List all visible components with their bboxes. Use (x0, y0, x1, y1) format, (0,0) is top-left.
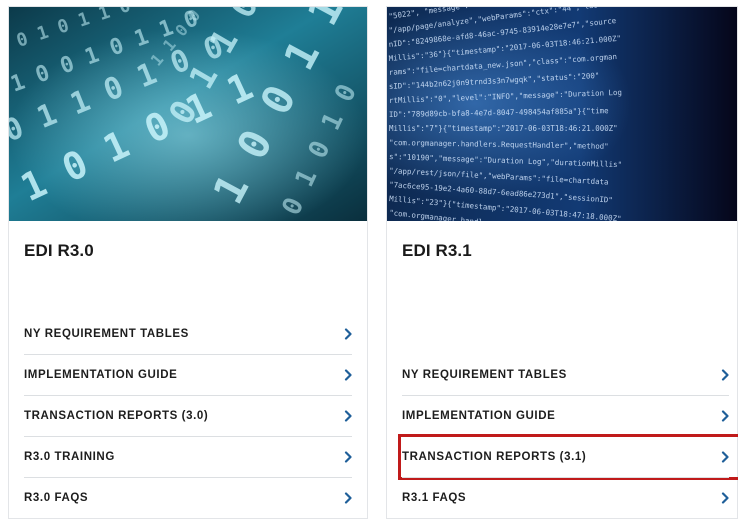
edi-r30-card: 0 1 0 1 1 0 0 1 1 0 0 1 0 1 1 0 0 1 1 0 … (8, 6, 368, 519)
link-faqs[interactable]: R3.1 FAQS (402, 477, 729, 518)
link-transaction-reports[interactable]: TRANSACTION REPORTS (3.1) (398, 434, 738, 480)
link-faqs[interactable]: R3.0 FAQS (24, 477, 352, 518)
link-label: NY REQUIREMENT TABLES (24, 327, 189, 340)
code-stream-image: "5022", "message":"Duration Log","webPar… (387, 7, 737, 221)
link-label: IMPLEMENTATION GUIDE (24, 369, 178, 381)
chevron-right-icon (721, 368, 729, 381)
link-ny-requirement-tables[interactable]: NY REQUIREMENT TABLES (402, 354, 729, 395)
link-label: R3.0 FAQS (24, 492, 89, 504)
card-title: EDI R3.1 (402, 241, 472, 260)
card-links: NY REQUIREMENT TABLES IMPLEMENTATION GUI… (387, 354, 738, 518)
link-training[interactable]: R3.0 TRAINING (24, 436, 352, 477)
link-transaction-reports[interactable]: TRANSACTION REPORTS (3.0) (24, 395, 352, 436)
link-label: TRANSACTION REPORTS (3.0) (24, 410, 209, 422)
chevron-right-icon (721, 451, 729, 463)
chevron-right-icon (344, 327, 352, 340)
chevron-right-icon (344, 369, 352, 381)
chevron-right-icon (721, 492, 729, 504)
link-label: IMPLEMENTATION GUIDE (402, 410, 556, 422)
binary-digits-image: 0 1 0 1 1 0 0 1 1 0 0 1 0 1 1 0 0 1 1 0 … (9, 7, 367, 221)
link-label: R3.0 TRAINING (24, 451, 115, 463)
edi-r31-card: "5022", "message":"Duration Log","webPar… (386, 6, 738, 519)
link-implementation-guide[interactable]: IMPLEMENTATION GUIDE (402, 395, 729, 436)
card-links: NY REQUIREMENT TABLES IMPLEMENTATION GUI… (9, 313, 367, 518)
svg-text:Millis":"7"}{"timestamp":"2017: Millis":"7"}{"timestamp":"2017-06-03T18:… (389, 124, 618, 133)
link-label: NY REQUIREMENT TABLES (402, 368, 567, 381)
chevron-right-icon (344, 492, 352, 504)
link-implementation-guide[interactable]: IMPLEMENTATION GUIDE (24, 354, 352, 395)
chevron-right-icon (344, 410, 352, 422)
link-label: R3.1 FAQS (402, 492, 467, 504)
chevron-right-icon (344, 451, 352, 463)
link-ny-requirement-tables[interactable]: NY REQUIREMENT TABLES (24, 313, 352, 354)
chevron-right-icon (721, 410, 729, 422)
link-label: TRANSACTION REPORTS (3.1) (402, 451, 587, 463)
card-title: EDI R3.0 (24, 241, 94, 260)
